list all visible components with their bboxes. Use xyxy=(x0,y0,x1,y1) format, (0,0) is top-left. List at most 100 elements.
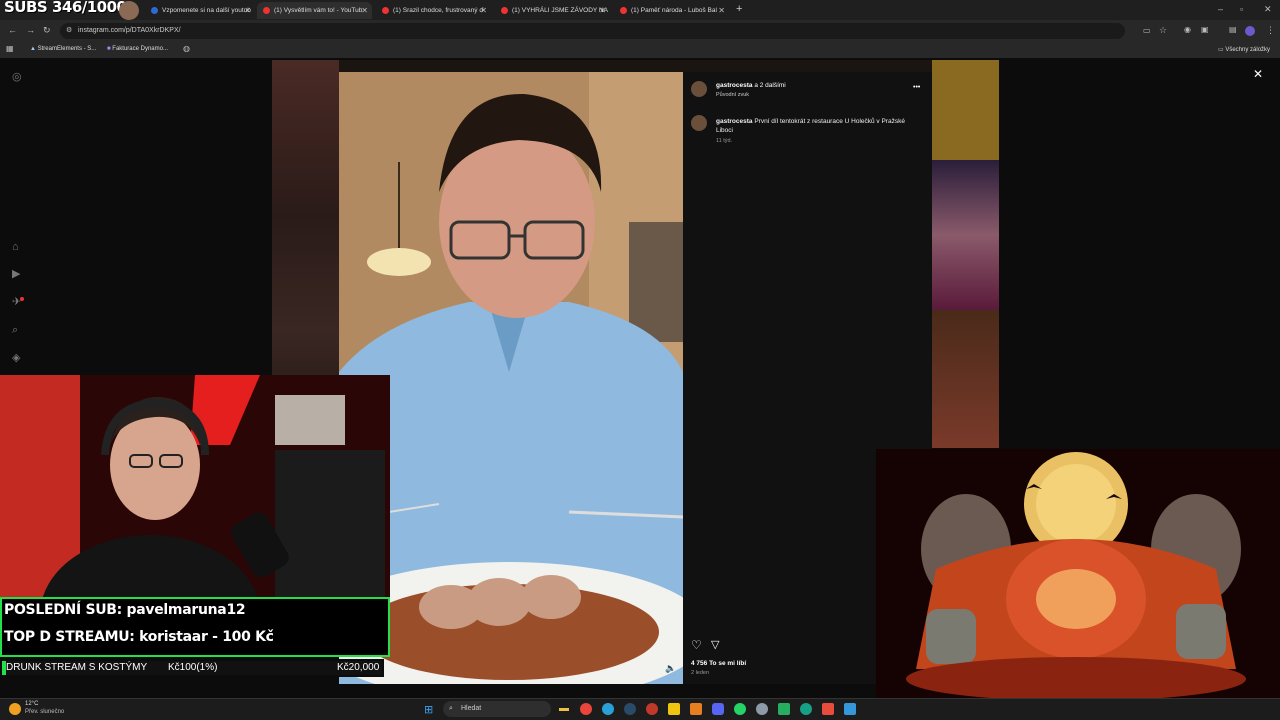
caption-author[interactable]: gastrocesta xyxy=(716,118,753,125)
like-icon[interactable]: ♡ xyxy=(691,638,702,652)
chrome-icon[interactable] xyxy=(580,703,592,715)
goal-name: DRUNK STREAM S KOSTÝMY xyxy=(6,662,148,673)
home-icon[interactable]: ⌂ xyxy=(12,242,19,253)
apps-icon[interactable]: ▦ xyxy=(6,45,14,53)
close-icon[interactable]: ✕ xyxy=(244,6,251,15)
bookmark-label: StreamElements - S... xyxy=(37,46,97,52)
sidebar-icon[interactable]: ▤ xyxy=(1229,26,1237,34)
subs-counter: SUBS 346/1000 xyxy=(4,0,127,16)
post-date: 2 leden xyxy=(691,670,710,676)
top-donor-text: TOP D STREAMU: koristaar - 100 Kč xyxy=(4,629,274,645)
weather-icon[interactable] xyxy=(9,703,21,715)
globe-icon[interactable]: ◍ xyxy=(183,45,190,53)
whatsapp-icon[interactable] xyxy=(734,703,746,715)
tab-3[interactable]: (1) Srazil chodce, frustrovaný ď ✕ xyxy=(376,2,491,19)
app-icon[interactable] xyxy=(844,703,856,715)
forward-icon[interactable]: → xyxy=(26,26,35,35)
weather-temp[interactable]: 12°C xyxy=(25,701,38,707)
start-icon[interactable]: ⊞ xyxy=(424,703,433,716)
reels-icon[interactable]: ▶ xyxy=(12,269,20,280)
likes-count[interactable]: 4 756 To se mi líbí xyxy=(691,660,746,667)
search-icon[interactable]: ⌕ xyxy=(12,325,18,336)
caption: gastrocesta První díl tentokrát z restau… xyxy=(716,117,916,135)
app-icon[interactable] xyxy=(646,703,658,715)
tab-title: (1) Paměť národa - Luboš Bal xyxy=(631,7,717,14)
bookmark-icon: ▲ xyxy=(30,46,38,52)
webcam-scene xyxy=(0,375,390,597)
reload-icon[interactable]: ↻ xyxy=(43,26,51,35)
bg-thumb xyxy=(932,60,999,160)
star-icon[interactable]: ☆ xyxy=(1159,26,1167,35)
app-icon[interactable] xyxy=(778,703,790,715)
windows-taskbar: 12°C Přev. slunečno ⊞ ⌕ Hledat ▬ xyxy=(0,698,1280,720)
extension-icon[interactable]: ◉ xyxy=(1184,26,1191,34)
tab-title: (1) VYHRÁLI JSME ZÁVODY NA xyxy=(512,7,608,14)
share-icon[interactable]: ▽ xyxy=(711,638,719,651)
goal-target: Kč20,000 xyxy=(337,662,380,673)
author-avatar[interactable] xyxy=(691,81,707,97)
file-explorer-icon[interactable]: ▬ xyxy=(559,703,569,714)
weather-desc[interactable]: Přev. slunečno xyxy=(25,709,64,715)
bookmark-label: Fakturace Dynamo... xyxy=(112,46,168,52)
halloween-artwork xyxy=(876,449,1280,698)
more-options-icon[interactable]: ••• xyxy=(913,84,920,91)
tab-5[interactable]: (1) Paměť národa - Luboš Bal ✕ xyxy=(614,2,729,19)
menu-icon[interactable]: ⋮ xyxy=(1266,26,1275,35)
close-icon[interactable]: ✕ xyxy=(718,6,725,15)
window-close-icon[interactable]: ✕ xyxy=(1264,5,1272,14)
taskbar-search[interactable]: ⌕ Hledat xyxy=(443,701,551,717)
app-icon[interactable] xyxy=(690,703,702,715)
close-icon[interactable]: ✕ xyxy=(361,6,368,15)
post-video[interactable]: 🔈 xyxy=(339,72,683,684)
close-post-icon[interactable]: ✕ xyxy=(1253,67,1263,81)
header-author[interactable]: gastrocesta xyxy=(716,82,753,89)
address-bar[interactable]: ⚙ instagram.com/p/DTA0XkrDKPX/ xyxy=(60,23,1125,39)
audio-label[interactable]: Původní zvuk xyxy=(716,92,749,98)
bookmark-streamelements[interactable]: ▲ StreamElements - S... xyxy=(30,46,96,52)
minimize-icon[interactable]: – xyxy=(1218,5,1223,14)
youtube-icon xyxy=(501,7,508,14)
app-icon[interactable] xyxy=(756,703,768,715)
webcam-overlay xyxy=(0,375,390,597)
explore-icon[interactable]: ◈ xyxy=(12,353,20,364)
close-icon[interactable]: ✕ xyxy=(480,6,487,15)
puzzle-icon[interactable]: ▣ xyxy=(1201,26,1209,34)
install-icon[interactable]: ▭ xyxy=(1143,27,1151,35)
all-bookmarks[interactable]: ▭ Všechny záložky xyxy=(1218,46,1270,53)
instagram-logo-icon[interactable]: ◎ xyxy=(12,72,22,83)
tab-4[interactable]: (1) VYHRÁLI JSME ZÁVODY NA ✕ xyxy=(495,2,610,19)
donation-goal: DRUNK STREAM S KOSTÝMY Kč100(1%) Kč20,00… xyxy=(0,659,384,677)
site-info-icon[interactable]: ⚙ xyxy=(66,27,72,34)
browser-tab-bar: SUBS 346/1000 Vzpomenete si na další you… xyxy=(0,0,1280,20)
notification-dot xyxy=(20,297,24,301)
youtube-icon xyxy=(151,7,158,14)
search-icon: ⌕ xyxy=(449,705,453,712)
artwork-image xyxy=(876,449,1280,698)
app-icon[interactable] xyxy=(822,703,834,715)
bookmark-fakturace[interactable]: ■ Fakturace Dynamo... xyxy=(107,46,168,52)
edge-icon[interactable] xyxy=(602,703,614,715)
app-icon[interactable] xyxy=(668,703,680,715)
close-icon[interactable]: ✕ xyxy=(599,6,606,15)
tab-title: (1) Vysvětlím vám to! - YouTub xyxy=(274,7,363,14)
stream-sub-box: POSLEDNÍ SUB: pavelmaruna12 TOP D STREAM… xyxy=(0,597,390,657)
profile-avatar[interactable] xyxy=(1245,26,1255,36)
youtube-icon xyxy=(382,7,389,14)
all-bookmarks-label: Všechny záložky xyxy=(1225,47,1271,53)
new-tab-button[interactable]: + xyxy=(736,3,742,15)
back-icon[interactable]: ← xyxy=(8,26,17,35)
bookmarks-bar: ▦ ▲ StreamElements - S... ■ Fakturace Dy… xyxy=(0,42,1280,58)
tab-2[interactable]: (1) Vysvětlím vám to! - YouTub ✕ xyxy=(257,2,372,19)
bg-thumb xyxy=(932,310,999,448)
app-icon[interactable] xyxy=(800,703,812,715)
discord-icon[interactable] xyxy=(712,703,724,715)
maximize-icon[interactable]: ▫ xyxy=(1240,5,1243,14)
volume-icon[interactable]: 🔈 xyxy=(665,664,676,673)
goal-current: Kč100(1%) xyxy=(168,662,218,673)
steam-icon[interactable] xyxy=(624,703,636,715)
header-others[interactable]: a 2 dalšími xyxy=(754,82,785,89)
tab-1[interactable]: Vzpomenete si na další youtub ✕ xyxy=(145,2,255,19)
caption-avatar[interactable] xyxy=(691,115,707,131)
post-frame xyxy=(339,72,683,684)
youtube-icon xyxy=(263,7,270,14)
